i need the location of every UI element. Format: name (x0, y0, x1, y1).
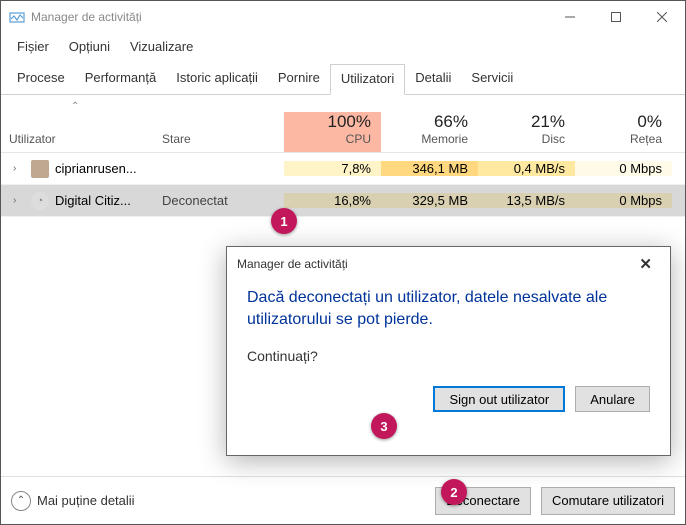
col-cpu[interactable]: 100%CPU (284, 112, 381, 152)
tab-performance[interactable]: Performanță (75, 64, 167, 94)
col-network[interactable]: 0%Rețea (575, 112, 672, 152)
disk-cell: 0,4 MB/s (478, 161, 575, 176)
user-name: ciprianrusen... (55, 161, 137, 176)
fewer-details-toggle[interactable]: ⌃ Mai puține detalii (11, 491, 425, 511)
col-memory[interactable]: 66%Memorie (381, 112, 478, 152)
tab-history[interactable]: Istoric aplicații (166, 64, 268, 94)
signout-button[interactable]: Sign out utilizator (433, 386, 565, 412)
dialog-titlebar: Manager de activități ✕ (227, 247, 670, 281)
net-cell: 0 Mbps (575, 161, 672, 176)
minimize-button[interactable] (547, 1, 593, 33)
dialog-title: Manager de activități (237, 257, 348, 271)
table-row[interactable]: › ciprianrusen... 7,8% 346,1 MB 0,4 MB/s… (1, 153, 685, 185)
close-button[interactable] (639, 1, 685, 33)
annotation-badge-1: 1 (271, 208, 297, 234)
tab-startup[interactable]: Pornire (268, 64, 330, 94)
expand-icon[interactable]: › (13, 195, 25, 206)
mem-cell: 346,1 MB (381, 161, 478, 176)
annotation-badge-2: 2 (441, 479, 467, 505)
confirm-dialog: Manager de activități ✕ Dacă deconectați… (226, 246, 671, 456)
user-cell: › ◔ Digital Citiz... (1, 192, 162, 210)
tabbar: Procese Performanță Istoric aplicații Po… (1, 64, 685, 95)
col-user[interactable]: Utilizator (1, 132, 162, 152)
avatar: ◔ (31, 192, 49, 210)
avatar (31, 160, 49, 178)
titlebar: Manager de activități (1, 1, 685, 33)
expand-icon[interactable]: › (13, 163, 25, 174)
net-cell: 0 Mbps (575, 193, 672, 208)
cancel-button[interactable]: Anulare (575, 386, 650, 412)
users-table: Utilizator Stare 100%CPU 66%Memorie 21%D… (1, 95, 685, 217)
dialog-question: Continuați? (247, 348, 650, 364)
app-icon (9, 9, 25, 25)
col-status[interactable]: Stare (162, 132, 284, 152)
status-cell: Deconectat (162, 193, 284, 208)
chevron-up-icon: ⌃ (11, 491, 31, 511)
cpu-cell: 7,8% (284, 161, 381, 176)
tab-services[interactable]: Servicii (461, 64, 523, 94)
user-cell: › ciprianrusen... (1, 160, 162, 178)
user-name: Digital Citiz... (55, 193, 131, 208)
table-header: Utilizator Stare 100%CPU 66%Memorie 21%D… (1, 95, 685, 153)
col-disk[interactable]: 21%Disc (478, 112, 575, 152)
dialog-message: Dacă deconectați un utilizator, datele n… (247, 287, 650, 330)
tab-users[interactable]: Utilizatori (330, 64, 405, 95)
tab-processes[interactable]: Procese (7, 64, 75, 94)
table-row[interactable]: › ◔ Digital Citiz... Deconectat 16,8% 32… (1, 185, 685, 217)
menu-file[interactable]: Fișier (7, 35, 59, 58)
switch-user-button[interactable]: Comutare utilizatori (541, 487, 675, 515)
cpu-cell: 16,8% (284, 193, 381, 208)
maximize-button[interactable] (593, 1, 639, 33)
tab-details[interactable]: Detalii (405, 64, 461, 94)
menu-options[interactable]: Opțiuni (59, 35, 120, 58)
menubar: Fișier Opțiuni Vizualizare (1, 33, 685, 64)
annotation-badge-3: 3 (371, 413, 397, 439)
window-title: Manager de activități (31, 10, 547, 24)
disk-cell: 13,5 MB/s (478, 193, 575, 208)
sort-indicator-icon: ⌃ (71, 101, 79, 112)
mem-cell: 329,5 MB (381, 193, 478, 208)
footer: ⌃ Mai puține detalii Deconectare Comutar… (1, 476, 685, 524)
close-icon[interactable]: ✕ (631, 251, 660, 277)
menu-view[interactable]: Vizualizare (120, 35, 203, 58)
